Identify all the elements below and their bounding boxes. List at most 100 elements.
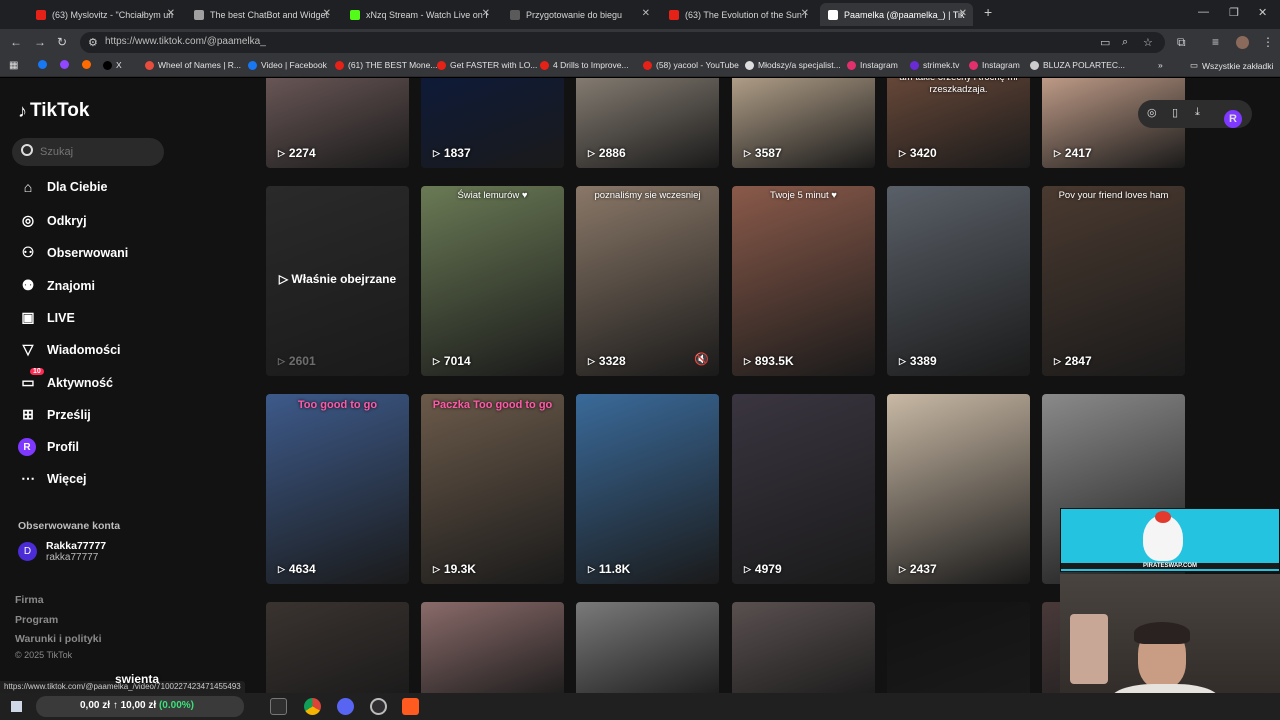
bookmark-item[interactable]: Wheel of Names | R... [145, 60, 241, 70]
bookmark-item[interactable] [60, 60, 73, 69]
video-tile[interactable]: Too good to go ▷ 4634 [266, 394, 409, 584]
search-box[interactable] [12, 138, 164, 166]
mute-icon[interactable]: 🔇 [694, 352, 709, 366]
video-tile[interactable] [266, 602, 409, 693]
tab-close-icon[interactable]: ✕ [482, 8, 490, 19]
restore-button[interactable]: ❐ [1229, 6, 1239, 19]
discord-icon[interactable] [337, 698, 354, 715]
bookmark-item[interactable]: strimek.tv [910, 60, 959, 70]
search-input[interactable] [40, 144, 160, 160]
chrome-icon[interactable] [304, 698, 321, 715]
video-tile[interactable]: Świat lemurów ♥ ▷ 7014 [421, 186, 564, 376]
video-tile[interactable]: ▷ 2274 [266, 78, 409, 168]
compass-icon[interactable]: ◎ [1147, 106, 1157, 119]
app-icon[interactable] [402, 698, 419, 715]
minimize-button[interactable]: — [1198, 6, 1209, 18]
video-tile[interactable] [576, 602, 719, 693]
bookmark-item[interactable]: Video | Facebook [248, 60, 327, 70]
followed-account[interactable]: D Rakka77777 rakka77777 [18, 540, 106, 563]
url-text[interactable]: https://www.tiktok.com/@paamelka_ [105, 36, 266, 47]
footer-link-company[interactable]: Firma [15, 594, 44, 606]
windows-start-icon[interactable] [11, 701, 22, 712]
bookmark-item[interactable] [82, 60, 95, 69]
browser-tab[interactable]: Paamelka (@paamelka_) | TikTok✕ [820, 3, 973, 26]
view-count: ▷ 1837 [433, 146, 471, 160]
bookmark-item[interactable]: Instagram [969, 60, 1020, 70]
close-window-button[interactable]: ✕ [1258, 6, 1267, 19]
sidebar-item-profile[interactable]: R Profil [18, 438, 79, 456]
view-count: ▷ 2274 [278, 146, 316, 160]
sidebar-item-upload[interactable]: ⊞ Prześlij [18, 406, 91, 423]
all-bookmarks[interactable]: ▭ Wszystkie zakładki [1190, 60, 1273, 71]
footer-link-program[interactable]: Program [15, 614, 58, 626]
bookmark-item[interactable] [38, 60, 51, 69]
apps-icon[interactable]: ▦ [9, 60, 18, 71]
tab-close-icon[interactable]: ✕ [642, 8, 650, 19]
tab-close-icon[interactable]: ✕ [323, 8, 331, 19]
browser-tab[interactable]: The best ChatBot and Widgets ✕ [186, 3, 337, 26]
video-tile[interactable]: ▷ 3587 [732, 78, 875, 168]
forward-icon[interactable]: → [34, 35, 46, 49]
bookmark-item[interactable]: BLUZA POLARTEC... [1030, 60, 1125, 70]
sidebar-item-activity[interactable]: ▭ 10 Aktywność [18, 368, 113, 391]
menu-icon[interactable]: ⋮ [1262, 35, 1274, 49]
video-tile[interactable] [887, 602, 1030, 693]
terminal-icon[interactable] [270, 698, 287, 715]
video-tile[interactable]: ▷ 1837 [421, 78, 564, 168]
bookmark-item[interactable]: Instagram [847, 60, 898, 70]
sidebar-item-label: Obserwowani [47, 245, 129, 260]
extensions-icon[interactable]: ⧉ [1177, 35, 1186, 50]
reload-icon[interactable]: ↻ [57, 35, 67, 49]
sidebar-item-friends[interactable]: ⚉ Znajomi [18, 277, 95, 294]
video-tile[interactable]: ▷ Właśnie obejrzane ▷ 2601 [266, 186, 409, 376]
bookmark-item[interactable]: Młodszy/a specjalist... [745, 60, 841, 70]
new-tab-button[interactable]: + [984, 4, 992, 20]
tab-close-icon[interactable]: ✕ [167, 8, 175, 19]
tab-close-icon[interactable]: ✕ [959, 8, 967, 19]
bookmark-item[interactable]: (58) yacool - YouTube [643, 60, 739, 70]
sidebar-item-messages[interactable]: ▽ Wiadomości [18, 341, 121, 358]
sidebar-item-compass[interactable]: ◎ Odkryj [18, 212, 87, 229]
obs-icon[interactable] [370, 698, 387, 715]
cast-icon[interactable]: ▭ [1100, 36, 1110, 49]
tab-favicon-icon [669, 9, 679, 20]
download-icon[interactable]: ⤓ [1195, 106, 1200, 119]
tab-close-icon[interactable]: ✕ [801, 8, 809, 19]
bookmark-item[interactable]: X [103, 60, 122, 70]
bookmark-item[interactable]: (61) THE BEST Mone... [335, 60, 437, 70]
browser-tab[interactable]: Przygotowanie do biegu ✕ [502, 3, 656, 26]
video-tile[interactable]: am takie orzechy i trochę mi rzeszkadzaj… [887, 78, 1030, 168]
video-tile[interactable]: ▷ 11.8K [576, 394, 719, 584]
profile-icon[interactable] [1236, 36, 1249, 49]
bookmark-star-icon[interactable]: ☆ [1143, 36, 1153, 49]
video-tile[interactable]: Paczka Too good to go ▷ 19.3K [421, 394, 564, 584]
address-bar[interactable]: ⚙ https://www.tiktok.com/@paamelka_ ▭ ⌕ … [80, 32, 1165, 53]
browser-tab[interactable]: (63) The Evolution of the Sun in ✕ [661, 3, 815, 26]
media-icon[interactable]: ≡ [1212, 35, 1219, 49]
browser-tab[interactable]: xNzq Stream - Watch Live on Kick✕ [342, 3, 496, 26]
video-tile[interactable] [732, 602, 875, 693]
footer-link-terms[interactable]: Warunki i polityki [15, 633, 102, 645]
sidebar-item-home[interactable]: ⌂ Dla Ciebie [18, 179, 108, 195]
tiktok-logo[interactable]: ♪ TikTok [18, 100, 89, 122]
bookmark-item[interactable]: 4 Drills to Improve... [540, 60, 629, 70]
video-tile[interactable] [421, 602, 564, 693]
video-tile[interactable]: ▷ 2886 [576, 78, 719, 168]
back-icon[interactable]: ← [10, 35, 22, 49]
bookmark-favicon-icon [38, 60, 47, 69]
video-tile[interactable]: ▷ 2437 [887, 394, 1030, 584]
sidebar-item-more[interactable]: ⋯ Więcej [18, 470, 87, 487]
video-tile[interactable]: Pov your friend loves ham ▷ 2847 [1042, 186, 1185, 376]
sidebar-item-live[interactable]: ▣ LIVE [18, 309, 74, 326]
more-bookmarks-icon[interactable]: » [1158, 60, 1163, 70]
video-tile[interactable]: ▷ 4979 [732, 394, 875, 584]
video-tile[interactable]: poznaliśmy sie wczesniej ▷ 3328 🔇 [576, 186, 719, 376]
video-tile[interactable]: Twoje 5 minut ♥ ▷ 893.5K [732, 186, 875, 376]
device-icon[interactable]: ▯ [1172, 106, 1178, 119]
video-tile[interactable]: ▷ 3389 [887, 186, 1030, 376]
browser-tab[interactable]: (63) Myslovitz - "Chciałbym umrzeć"✕ [28, 3, 181, 26]
site-info-icon[interactable]: ⚙ [88, 36, 98, 49]
bookmark-item[interactable]: Get FASTER with LO... [437, 60, 537, 70]
sidebar-item-following[interactable]: ⚇ Obserwowani [18, 244, 129, 261]
zoom-icon[interactable]: ⌕ [1122, 36, 1128, 49]
